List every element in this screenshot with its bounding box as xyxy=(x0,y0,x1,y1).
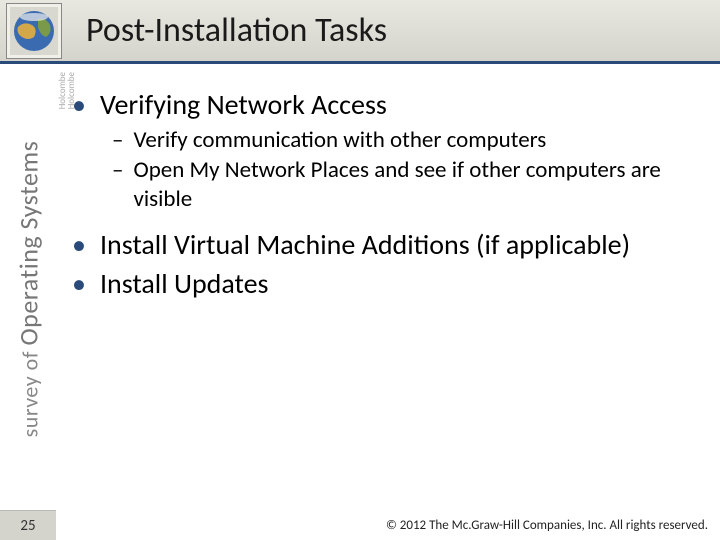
bullet-dot-icon: • xyxy=(72,228,86,262)
bullet-text: Install Virtual Machine Additions (if ap… xyxy=(100,228,630,262)
copyright-text: © 2012 The Mc.Graw-Hill Companies, Inc. … xyxy=(386,518,708,533)
bullet-text: Install Updates xyxy=(100,267,269,301)
sidebar-prefix: survey of xyxy=(16,351,43,437)
bullet-level-2: – Verify communication with other comput… xyxy=(112,126,700,155)
bullet-dot-icon: • xyxy=(72,88,86,122)
page-number: 25 xyxy=(0,510,56,540)
bullet-level-1: • Verifying Network Access xyxy=(68,88,700,122)
slide-header: Post-Installation Tasks xyxy=(0,0,720,64)
slide-body: • Verifying Network Access – Verify comm… xyxy=(68,82,700,500)
bullet-text: Open My Network Places and see if other … xyxy=(133,156,700,214)
bullet-level-1: • Install Updates xyxy=(68,267,700,301)
book-title-sidebar: survey of Operating Systems xyxy=(0,67,56,510)
sidebar-main: Operating Systems xyxy=(12,140,44,345)
globe-icon xyxy=(6,3,62,59)
slide-footer: 25 © 2012 The Mc.Graw-Hill Companies, In… xyxy=(0,510,720,540)
bullet-text: Verify communication with other computer… xyxy=(133,126,546,155)
bullet-dash-icon: – xyxy=(112,156,123,214)
slide-title: Post-Installation Tasks xyxy=(86,10,387,51)
bullet-level-1: • Install Virtual Machine Additions (if … xyxy=(68,228,700,262)
bullet-dash-icon: – xyxy=(112,126,123,155)
bullet-level-2: – Open My Network Places and see if othe… xyxy=(112,156,700,214)
bullet-text: Verifying Network Access xyxy=(100,88,387,122)
bullet-dot-icon: • xyxy=(72,267,86,301)
